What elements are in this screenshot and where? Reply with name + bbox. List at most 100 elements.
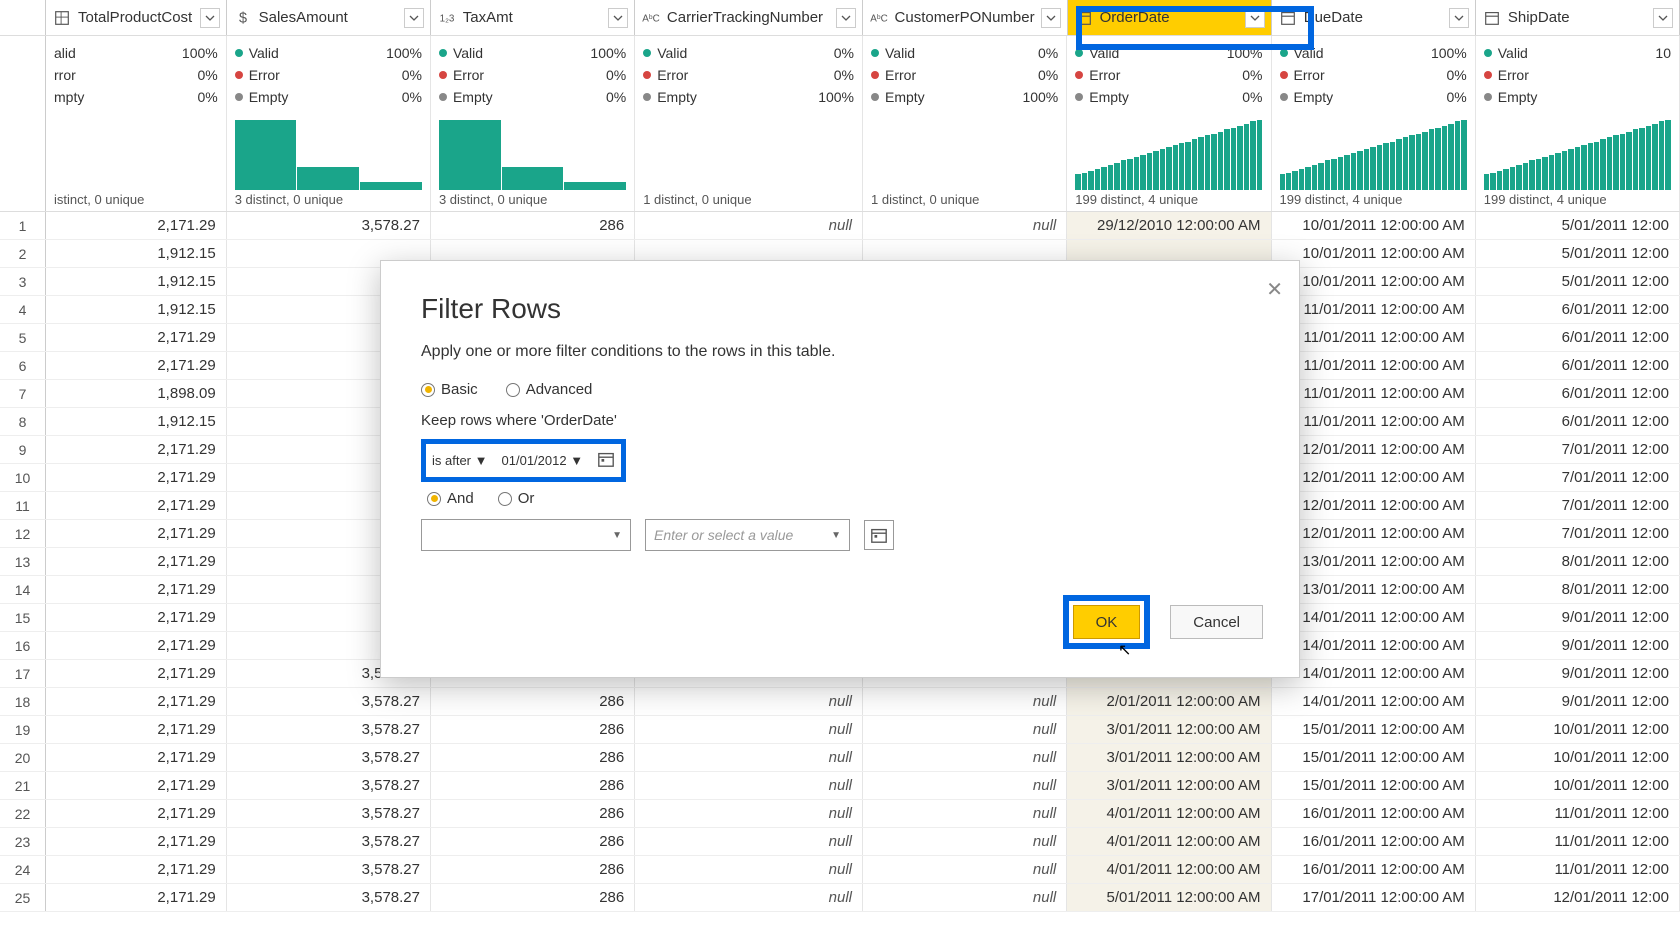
cell[interactable]: 286: [431, 688, 635, 715]
table-row[interactable]: 192,171.293,578.27286nullnull3/01/2011 1…: [0, 716, 1680, 744]
cell[interactable]: 11/01/2011 12:00:00 AM: [1272, 296, 1476, 323]
cell[interactable]: 16/01/2011 12:00:00 AM: [1272, 800, 1476, 827]
cell[interactable]: 2,171.29: [46, 520, 227, 547]
cell[interactable]: null: [635, 856, 863, 883]
cell[interactable]: 8/01/2011 12:00: [1476, 548, 1680, 575]
radio-advanced[interactable]: Advanced: [506, 381, 593, 398]
cell[interactable]: 10/01/2011 12:00:00 AM: [1272, 212, 1476, 239]
cell[interactable]: null: [863, 800, 1067, 827]
column-header-totalproductcost[interactable]: TotalProductCost: [46, 0, 227, 35]
cell[interactable]: null: [635, 800, 863, 827]
cell[interactable]: 10/01/2011 12:00: [1476, 772, 1680, 799]
cell[interactable]: 3,578.27: [227, 744, 431, 771]
cell[interactable]: 9/01/2011 12:00: [1476, 660, 1680, 687]
datatype-icon[interactable]: $: [233, 8, 253, 28]
cell[interactable]: 14/01/2011 12:00:00 AM: [1272, 632, 1476, 659]
cell[interactable]: 3,578.27: [227, 772, 431, 799]
cell[interactable]: 11/01/2011 12:00:00 AM: [1272, 324, 1476, 351]
cell[interactable]: 15/01/2011 12:00:00 AM: [1272, 772, 1476, 799]
cell[interactable]: 3,578.27: [227, 828, 431, 855]
cell[interactable]: 2,171.29: [46, 492, 227, 519]
cell[interactable]: 4/01/2011 12:00:00 AM: [1067, 856, 1271, 883]
cell[interactable]: 2,171.29: [46, 576, 227, 603]
radio-and[interactable]: And: [427, 490, 474, 507]
cell[interactable]: 286: [431, 212, 635, 239]
cell[interactable]: 5/01/2011 12:00: [1476, 212, 1680, 239]
cell[interactable]: 286: [431, 884, 635, 911]
datatype-icon[interactable]: [1482, 8, 1502, 28]
cell[interactable]: 2,171.29: [46, 464, 227, 491]
column-filter-dropdown[interactable]: [1653, 8, 1673, 28]
cell[interactable]: 2,171.29: [46, 688, 227, 715]
column-header-carriertrackingnumber[interactable]: AᵇCCarrierTrackingNumber: [635, 0, 863, 35]
cell[interactable]: 3/01/2011 12:00:00 AM: [1067, 772, 1271, 799]
datatype-icon[interactable]: [1278, 8, 1298, 28]
cell[interactable]: 286: [431, 856, 635, 883]
table-row[interactable]: 212,171.293,578.27286nullnull3/01/2011 1…: [0, 772, 1680, 800]
cell[interactable]: 2,171.29: [46, 324, 227, 351]
cell[interactable]: 13/01/2011 12:00:00 AM: [1272, 576, 1476, 603]
cell[interactable]: 5/01/2011 12:00: [1476, 240, 1680, 267]
cell[interactable]: 3/01/2011 12:00:00 AM: [1067, 716, 1271, 743]
cell[interactable]: 2,171.29: [46, 856, 227, 883]
cell[interactable]: 1,912.15: [46, 408, 227, 435]
ok-button[interactable]: OK: [1073, 605, 1141, 639]
cell[interactable]: null: [863, 772, 1067, 799]
table-row[interactable]: 182,171.293,578.27286nullnull2/01/2011 1…: [0, 688, 1680, 716]
cell[interactable]: 2,171.29: [46, 604, 227, 631]
table-row[interactable]: 232,171.293,578.27286nullnull4/01/2011 1…: [0, 828, 1680, 856]
cell[interactable]: 3,578.27: [227, 212, 431, 239]
cell[interactable]: null: [863, 828, 1067, 855]
date-picker-button-2[interactable]: [864, 520, 894, 550]
cell[interactable]: 11/01/2011 12:00:00 AM: [1272, 408, 1476, 435]
cell[interactable]: 3/01/2011 12:00:00 AM: [1067, 744, 1271, 771]
cell[interactable]: 5/01/2011 12:00:00 AM: [1067, 884, 1271, 911]
cell[interactable]: 9/01/2011 12:00: [1476, 688, 1680, 715]
cell[interactable]: 1,912.15: [46, 296, 227, 323]
cell[interactable]: 17/01/2011 12:00:00 AM: [1272, 884, 1476, 911]
cell[interactable]: null: [863, 212, 1067, 239]
column-filter-dropdown[interactable]: [836, 8, 856, 28]
cell[interactable]: 14/01/2011 12:00:00 AM: [1272, 688, 1476, 715]
cell[interactable]: 286: [431, 800, 635, 827]
table-row[interactable]: 242,171.293,578.27286nullnull4/01/2011 1…: [0, 856, 1680, 884]
column-header-customerponumber[interactable]: AᵇCCustomerPONumber: [863, 0, 1068, 35]
cell[interactable]: null: [863, 744, 1067, 771]
cell[interactable]: 6/01/2011 12:00: [1476, 324, 1680, 351]
table-row[interactable]: 12,171.293,578.27286nullnull29/12/2010 1…: [0, 212, 1680, 240]
cell[interactable]: 2/01/2011 12:00:00 AM: [1067, 688, 1271, 715]
cell[interactable]: 2,171.29: [46, 212, 227, 239]
cell[interactable]: null: [863, 884, 1067, 911]
cell[interactable]: 29/12/2010 12:00:00 AM: [1067, 212, 1271, 239]
cell[interactable]: 286: [431, 744, 635, 771]
cell[interactable]: 2,171.29: [46, 800, 227, 827]
cell[interactable]: 3,578.27: [227, 800, 431, 827]
cell[interactable]: 10/01/2011 12:00:00 AM: [1272, 268, 1476, 295]
datatype-icon[interactable]: AᵇC: [869, 8, 889, 28]
cell[interactable]: 8/01/2011 12:00: [1476, 576, 1680, 603]
cell[interactable]: 2,171.29: [46, 884, 227, 911]
cell[interactable]: 12/01/2011 12:00: [1476, 884, 1680, 911]
cell[interactable]: 2,171.29: [46, 352, 227, 379]
column-filter-dropdown[interactable]: [1449, 8, 1469, 28]
date-picker-button-1[interactable]: [597, 450, 615, 471]
operator-dropdown-2[interactable]: ▼: [421, 519, 631, 551]
cell[interactable]: 11/01/2011 12:00: [1476, 856, 1680, 883]
cell[interactable]: 12/01/2011 12:00:00 AM: [1272, 520, 1476, 547]
cell[interactable]: 2,171.29: [46, 744, 227, 771]
cell[interactable]: null: [635, 884, 863, 911]
cell[interactable]: 3,578.27: [227, 856, 431, 883]
cell[interactable]: 3,578.27: [227, 716, 431, 743]
cell[interactable]: null: [635, 716, 863, 743]
close-icon[interactable]: ✕: [1266, 277, 1283, 302]
cell[interactable]: 2,171.29: [46, 660, 227, 687]
cell[interactable]: 14/01/2011 12:00:00 AM: [1272, 604, 1476, 631]
column-filter-dropdown[interactable]: [404, 8, 424, 28]
cell[interactable]: 286: [431, 772, 635, 799]
radio-basic[interactable]: Basic: [421, 381, 478, 398]
cell[interactable]: 1,898.09: [46, 380, 227, 407]
column-header-salesamount[interactable]: $SalesAmount: [227, 0, 431, 35]
cell[interactable]: 286: [431, 828, 635, 855]
column-filter-dropdown[interactable]: [608, 8, 628, 28]
cancel-button[interactable]: Cancel: [1170, 605, 1263, 639]
